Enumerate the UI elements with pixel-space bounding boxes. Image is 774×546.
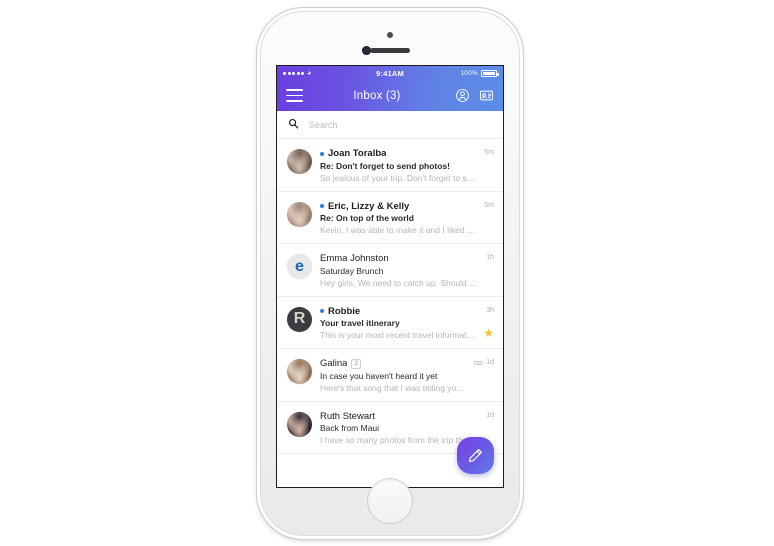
nav-bar-actions	[455, 88, 494, 103]
mail-row-body: Joan Toralba Re: Don't forget to send pho…	[320, 147, 476, 183]
mail-preview: Here's that song that I was telling you …	[320, 382, 466, 393]
status-bar: ◕ 9:41AM 100%	[277, 66, 503, 80]
mail-meta-top: 5m	[484, 149, 494, 156]
avatar[interactable]: R	[287, 306, 312, 332]
avatar-photo	[287, 149, 312, 174]
account-circle-icon[interactable]	[455, 88, 470, 103]
mail-row-meta: 5m	[484, 200, 494, 236]
sender-name: Emma Johnston	[320, 253, 389, 264]
avatar[interactable]	[287, 359, 312, 384]
avatar-photo	[287, 359, 312, 384]
phone-screen: ◕ 9:41AM 100% Inbox (3) Search Joan Tora…	[277, 66, 503, 487]
unread-indicator-dot	[320, 204, 324, 208]
search-icon	[288, 116, 299, 134]
mail-list: Joan Toralba Re: Don't forget to send pho…	[277, 139, 503, 454]
mail-preview: So jealous of your trip. Don't forget to…	[320, 172, 477, 183]
avatar[interactable]: e	[287, 254, 312, 279]
mail-row-meta: 1h	[486, 252, 494, 288]
avatar[interactable]	[287, 411, 312, 437]
phone-device: ◕ 9:41AM 100% Inbox (3) Search Joan Tora…	[256, 7, 524, 540]
mail-row-header: Ruth Stewart	[320, 411, 478, 422]
avatar[interactable]	[287, 149, 312, 174]
mail-meta-top: 5m	[484, 202, 494, 209]
mail-row-meta: 5m	[484, 147, 494, 183]
earpiece-speaker	[370, 48, 410, 53]
signal-dots-icon	[283, 71, 304, 75]
status-bar-time: 9:41AM	[376, 68, 404, 78]
mail-row[interactable]: Eric, Lizzy & Kelly Re: On top of the wor…	[277, 191, 503, 244]
mail-row-header: Galina 2	[320, 358, 466, 369]
mail-timestamp: 3h	[486, 306, 494, 314]
mail-subject: Back from Maui	[320, 423, 380, 433]
search-input[interactable]	[307, 118, 492, 131]
mail-row-body: Galina 2 In case you haven't heard it yet H…	[320, 357, 466, 393]
mail-row-header: Eric, Lizzy & Kelly	[320, 201, 476, 212]
unread-indicator-dot	[320, 309, 324, 313]
mail-subject: Saturday Brunch	[320, 265, 384, 276]
mail-timestamp: 5m	[484, 149, 494, 156]
avatar-photo	[287, 411, 312, 437]
mail-subject: Re: Don't forget to send photos!	[320, 160, 450, 171]
mail-timestamp: 1d	[486, 359, 494, 366]
sender-name: Eric, Lizzy & Kelly	[328, 200, 410, 212]
mail-subject: In case you haven't heard it yet	[320, 370, 438, 381]
compose-button[interactable]	[457, 437, 494, 474]
sender-name: Robbie	[328, 305, 361, 317]
mail-row[interactable]: Joan Toralba Re: Don't forget to send pho…	[277, 139, 503, 192]
mail-row[interactable]: e Emma Johnston Saturday Brunch Hey girls, …	[277, 244, 503, 297]
contact-card-icon[interactable]	[479, 88, 494, 103]
sender-name: Galina	[320, 358, 348, 369]
mail-row-header: Robbie	[320, 306, 475, 317]
sender-name: Ruth Stewart	[320, 410, 375, 422]
page-title: Inbox (3)	[353, 89, 401, 102]
home-button[interactable]	[368, 479, 412, 523]
attachment-icon	[474, 360, 483, 366]
mail-preview: Kevin, I was able to make it and I liked…	[320, 225, 477, 235]
sender-name: Joan Toralba	[328, 148, 387, 159]
mail-row-header: Emma Johnston	[320, 253, 478, 264]
mail-meta-top: 3h	[486, 307, 494, 314]
mail-row-body: Emma Johnston Saturday Brunch Hey girls, W…	[320, 252, 478, 288]
mail-row[interactable]: R Robbie Your travel itinerary This is your…	[277, 296, 503, 349]
mail-row-body: Eric, Lizzy & Kelly Re: On top of the wor…	[320, 200, 477, 235]
battery-full-icon	[481, 69, 499, 77]
mail-meta-top: 1d	[486, 412, 494, 419]
mail-meta-top: 1d	[474, 359, 494, 366]
mail-preview: I have so many photos from the trip that…	[320, 435, 479, 445]
mail-row-header: Joan Toralba	[320, 148, 476, 159]
mail-timestamp: 5m	[484, 201, 494, 209]
search-bar[interactable]	[277, 111, 503, 139]
mail-preview: This is your most recent travel informat…	[320, 330, 476, 340]
star-icon[interactable]: ★	[483, 327, 494, 339]
proximity-sensor-icon	[387, 32, 393, 38]
mail-row-body: Ruth Stewart Back from Maui I have so many…	[320, 410, 478, 446]
avatar-photo	[287, 201, 312, 227]
pencil-compose-icon	[468, 448, 483, 463]
mail-meta-top: 1h	[486, 254, 494, 261]
avatar[interactable]	[287, 201, 312, 227]
mail-preview: Hey girls, We need to catch up. Should I…	[320, 277, 479, 288]
mail-subject: Your travel itinerary	[320, 318, 400, 328]
mail-row-meta: 3h ★	[483, 305, 494, 341]
status-bar-left: ◕	[283, 70, 376, 77]
mail-timestamp: 1h	[486, 254, 494, 261]
unread-indicator-dot	[320, 151, 324, 156]
mail-row[interactable]: Galina 2 In case you haven't heard it yet H…	[277, 349, 503, 402]
status-bar-right: 100%	[404, 69, 499, 77]
thread-count-badge: 2	[351, 358, 361, 369]
mail-row-meta: 1d	[474, 357, 494, 393]
navigation-bar: Inbox (3)	[277, 80, 503, 111]
wifi-icon: ◕	[307, 69, 312, 77]
mail-subject: Re: On top of the world	[320, 213, 414, 223]
mail-timestamp: 1d	[486, 411, 494, 419]
mail-row-body: Robbie Your travel itinerary This is your …	[320, 305, 476, 340]
battery-percent-label: 100%	[460, 69, 478, 77]
